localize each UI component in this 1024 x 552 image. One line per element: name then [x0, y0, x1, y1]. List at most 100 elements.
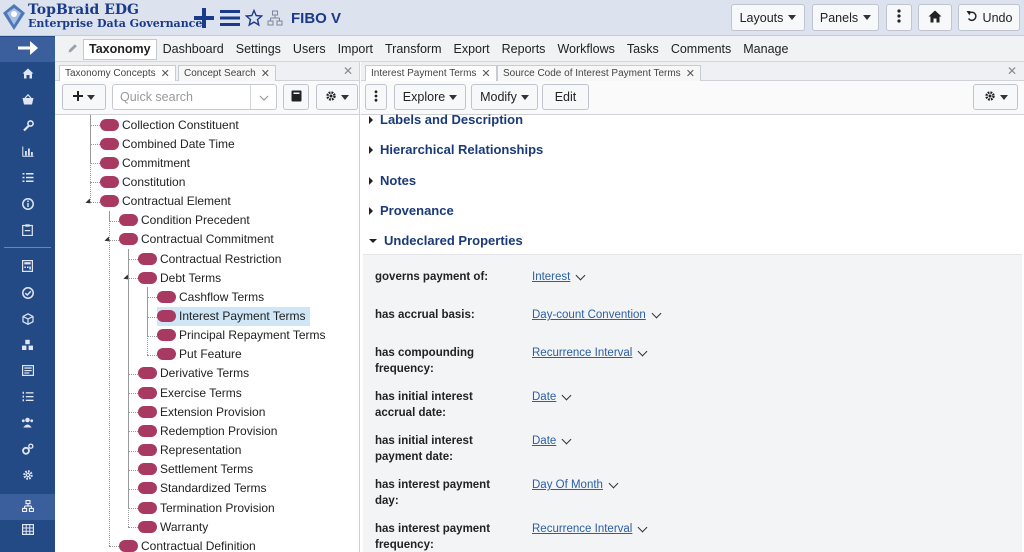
- book-button[interactable]: [283, 84, 309, 110]
- more-actions-button[interactable]: [365, 84, 387, 110]
- panels-button[interactable]: Panels: [812, 4, 879, 31]
- sidebar-item-services[interactable]: [0, 438, 55, 462]
- tree-node[interactable]: Settlement Terms: [138, 460, 253, 479]
- tree-node[interactable]: Combined Date Time: [100, 134, 235, 153]
- tree-node[interactable]: Condition Precedent: [119, 211, 250, 230]
- section-hierarchical-relationships[interactable]: Hierarchical Relationships: [369, 142, 543, 157]
- tree-node[interactable]: Derivative Terms: [138, 364, 249, 383]
- property-value-link[interactable]: Date: [532, 433, 572, 449]
- chevron-down-icon[interactable]: [575, 270, 586, 280]
- sidebar-item-home[interactable]: [0, 63, 55, 87]
- tree-node[interactable]: Interest Payment Terms: [157, 306, 310, 326]
- menu-icon[interactable]: [219, 8, 241, 28]
- tree-node[interactable]: Constitution: [100, 172, 185, 191]
- tree-node[interactable]: Standardized Terms: [138, 479, 267, 498]
- expanded-caret-icon[interactable]: [123, 274, 131, 282]
- sidebar-item-hierarchy[interactable]: [0, 494, 55, 520]
- quick-search-dropdown[interactable]: [250, 85, 276, 109]
- more-options-button[interactable]: [886, 4, 912, 31]
- section-notes[interactable]: Notes: [369, 173, 416, 188]
- property-value-link[interactable]: Day Of Month: [532, 477, 619, 493]
- property-value-link[interactable]: Day-count Convention: [532, 307, 662, 323]
- layouts-button[interactable]: Layouts: [731, 4, 805, 31]
- sidebar-item-calculator[interactable]: [0, 255, 55, 279]
- tree-node[interactable]: Extension Provision: [138, 402, 265, 421]
- close-icon[interactable]: ✕: [481, 67, 490, 80]
- chevron-down-icon[interactable]: [561, 434, 572, 444]
- sidebar-collapse-button[interactable]: [0, 37, 55, 62]
- explore-button[interactable]: Explore: [394, 84, 466, 110]
- tab-source-code[interactable]: Source Code of Interest Payment Terms ✕: [497, 65, 701, 81]
- right-settings-button[interactable]: [973, 84, 1018, 110]
- property-value-link[interactable]: Recurrence Interval: [532, 521, 648, 537]
- tab-manage[interactable]: Manage: [737, 39, 794, 60]
- sidebar-item-settings[interactable]: [0, 464, 55, 488]
- tab-tasks[interactable]: Tasks: [621, 39, 665, 60]
- sidebar-item-tools[interactable]: [0, 115, 55, 139]
- tab-concept-search[interactable]: Concept Search ✕: [178, 65, 276, 81]
- chevron-down-icon[interactable]: [637, 346, 648, 356]
- tree-node[interactable]: Commitment: [100, 153, 190, 172]
- chevron-down-icon[interactable]: [651, 308, 662, 318]
- tab-users[interactable]: Users: [287, 39, 332, 60]
- home-button[interactable]: [918, 4, 952, 31]
- tab-taxonomy[interactable]: Taxonomy: [83, 39, 157, 60]
- tree-node[interactable]: Debt Terms: [138, 268, 221, 287]
- plus-icon[interactable]: [193, 7, 215, 29]
- panel-close-icon[interactable]: ✕: [343, 64, 353, 78]
- tree-node[interactable]: Collection Constituent: [100, 115, 239, 134]
- tree-node[interactable]: Exercise Terms: [138, 383, 242, 402]
- sidebar-item-cubes[interactable]: [0, 334, 55, 358]
- sidebar-item-clipboard[interactable]: [0, 219, 55, 243]
- edit-button[interactable]: Edit: [542, 84, 589, 110]
- sidebar-item-info[interactable]: [0, 193, 55, 217]
- property-value-link[interactable]: Date: [532, 389, 572, 405]
- tree-node[interactable]: Termination Provision: [138, 498, 275, 517]
- tree-node[interactable]: Cashflow Terms: [157, 287, 264, 306]
- sidebar-item-basket[interactable]: [0, 89, 55, 113]
- project-name[interactable]: FIBO V: [291, 10, 341, 27]
- sidebar-item-news[interactable]: [0, 360, 55, 384]
- undo-button[interactable]: Undo: [958, 4, 1020, 31]
- sidebar-item-lists[interactable]: [0, 167, 55, 191]
- tree-node[interactable]: Put Feature: [157, 345, 242, 364]
- panel-close-icon[interactable]: ✕: [1007, 64, 1017, 78]
- close-icon[interactable]: ✕: [261, 67, 270, 80]
- tab-interest-payment-terms[interactable]: Interest Payment Terms ✕: [365, 65, 497, 81]
- sidebar-item-validation[interactable]: [0, 282, 55, 306]
- property-value-link[interactable]: Interest: [532, 269, 586, 285]
- modify-button[interactable]: Modify: [471, 84, 538, 110]
- add-concept-button[interactable]: [62, 84, 106, 110]
- star-icon[interactable]: [245, 9, 263, 27]
- tree-node[interactable]: Contractual Definition: [119, 536, 256, 552]
- property-value-link[interactable]: Recurrence Interval: [532, 345, 648, 361]
- tab-transform[interactable]: Transform: [379, 39, 448, 60]
- expanded-caret-icon[interactable]: [104, 236, 112, 244]
- tab-reports[interactable]: Reports: [496, 39, 552, 60]
- tree-node[interactable]: Contractual Element: [100, 192, 231, 211]
- left-settings-button[interactable]: [316, 84, 358, 110]
- expanded-caret-icon[interactable]: [85, 198, 93, 206]
- tab-taxonomy-concepts[interactable]: Taxonomy Concepts ✕: [59, 65, 176, 81]
- section-undeclared-properties[interactable]: Undeclared Properties: [369, 233, 523, 248]
- sidebar-item-cube[interactable]: [0, 308, 55, 332]
- tree-node[interactable]: Contractual Commitment: [119, 230, 274, 249]
- tab-settings[interactable]: Settings: [230, 39, 287, 60]
- tab-import[interactable]: Import: [332, 39, 379, 60]
- section-provenance[interactable]: Provenance: [369, 203, 454, 218]
- tab-export[interactable]: Export: [448, 39, 496, 60]
- sidebar-item-users[interactable]: [0, 412, 55, 436]
- tab-workflows[interactable]: Workflows: [551, 39, 620, 60]
- sidebar-item-table[interactable]: [0, 519, 55, 543]
- tab-comments[interactable]: Comments: [665, 39, 737, 60]
- tree-node[interactable]: Warranty: [138, 517, 208, 536]
- tree-node[interactable]: Principal Repayment Terms: [157, 326, 326, 345]
- chevron-down-icon[interactable]: [608, 478, 619, 488]
- close-icon[interactable]: ✕: [161, 67, 170, 80]
- sitemap-icon[interactable]: [267, 10, 283, 26]
- tab-dashboard[interactable]: Dashboard: [157, 39, 230, 60]
- pencil-icon[interactable]: [67, 43, 78, 57]
- chevron-down-icon[interactable]: [637, 522, 648, 532]
- tree-node[interactable]: Representation: [138, 441, 241, 460]
- tree-node[interactable]: Contractual Restriction: [138, 249, 281, 268]
